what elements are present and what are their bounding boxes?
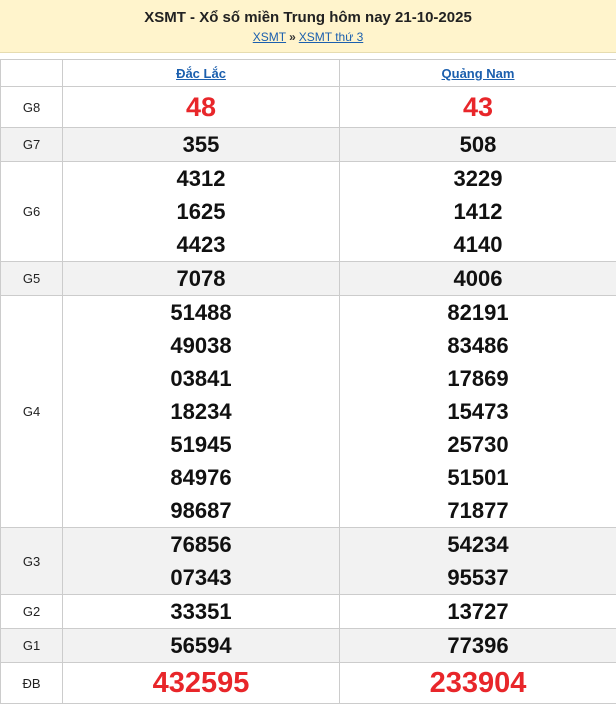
prize-number: 51488 bbox=[170, 300, 232, 325]
prize-number: 1625 bbox=[176, 199, 226, 224]
prize-row-g7: G7 355 508 bbox=[0, 127, 616, 162]
prize-number: 84976 bbox=[170, 465, 232, 490]
results-table: Đắc Lắc Quảng Nam G8 48 43 G7 355 508 G6… bbox=[0, 59, 616, 704]
prize-number: 95537 bbox=[447, 565, 509, 590]
prize-cell: 7078 bbox=[62, 261, 340, 296]
prize-number: 13727 bbox=[447, 599, 509, 624]
prize-cell: 3229 1412 4140 bbox=[339, 161, 616, 262]
special-prize-number: 233904 bbox=[429, 667, 527, 699]
province-header-quang-nam: Quảng Nam bbox=[339, 59, 616, 87]
prize-number: 3229 bbox=[453, 166, 503, 191]
prize-cell: 77396 bbox=[339, 628, 616, 663]
prize-label: G3 bbox=[0, 527, 63, 595]
prize-number: 03841 bbox=[170, 366, 232, 391]
prize-cell: 54234 95537 bbox=[339, 527, 616, 595]
prize-cell: 33351 bbox=[62, 594, 340, 629]
prize-number: 98687 bbox=[170, 498, 232, 523]
prize-row-g5: G5 7078 4006 bbox=[0, 261, 616, 296]
page-title: XSMT - Xổ số miền Trung hôm nay 21-10-20… bbox=[144, 9, 472, 26]
province-header-row: Đắc Lắc Quảng Nam bbox=[0, 59, 616, 87]
prize-cell: 56594 bbox=[62, 628, 340, 663]
prize-row-g6: G6 4312 1625 4423 3229 1412 4140 bbox=[0, 161, 616, 262]
prize-number: 4140 bbox=[453, 232, 503, 257]
prize-cell: 82191 83486 17869 15473 25730 51501 7187… bbox=[339, 295, 616, 528]
prize-number: 51945 bbox=[170, 432, 232, 457]
prize-number: 17869 bbox=[447, 366, 509, 391]
prize-label: G1 bbox=[0, 628, 63, 663]
prize-row-g4: G4 51488 49038 03841 18234 51945 84976 9… bbox=[0, 295, 616, 528]
prize-number: 355 bbox=[182, 132, 220, 157]
breadcrumb-separator: » bbox=[289, 30, 296, 44]
province-header-dak-lak: Đắc Lắc bbox=[62, 59, 340, 87]
prize-number: 43 bbox=[462, 92, 494, 122]
prize-label: G2 bbox=[0, 594, 63, 629]
prize-number: 33351 bbox=[170, 599, 232, 624]
page-header: XSMT - Xổ số miền Trung hôm nay 21-10-20… bbox=[0, 0, 616, 53]
prize-number: 71877 bbox=[447, 498, 509, 523]
prize-number: 76856 bbox=[170, 532, 232, 557]
prize-number: 49038 bbox=[170, 333, 232, 358]
prize-label: G8 bbox=[0, 86, 63, 128]
prize-label: ĐB bbox=[0, 662, 63, 704]
prize-number: 07343 bbox=[170, 565, 232, 590]
prize-label: G4 bbox=[0, 295, 63, 528]
prize-cell: 355 bbox=[62, 127, 340, 162]
prize-number: 56594 bbox=[170, 633, 232, 658]
prize-row-g1: G1 56594 77396 bbox=[0, 628, 616, 663]
prize-cell: 432595 bbox=[62, 662, 340, 704]
prize-number: 18234 bbox=[170, 399, 232, 424]
prize-cell: 51488 49038 03841 18234 51945 84976 9868… bbox=[62, 295, 340, 528]
prize-row-special: ĐB 432595 233904 bbox=[0, 662, 616, 704]
prize-number: 82191 bbox=[447, 300, 509, 325]
prize-number: 54234 bbox=[447, 532, 509, 557]
prize-cell: 48 bbox=[62, 86, 340, 128]
prize-label: G6 bbox=[0, 161, 63, 262]
prize-label: G5 bbox=[0, 261, 63, 296]
breadcrumb: XSMT» XSMT thứ 3 bbox=[0, 29, 616, 45]
province-link-dak-lak[interactable]: Đắc Lắc bbox=[176, 66, 226, 81]
province-link-quang-nam[interactable]: Quảng Nam bbox=[442, 66, 515, 81]
prize-number: 83486 bbox=[447, 333, 509, 358]
prize-row-g2: G2 33351 13727 bbox=[0, 594, 616, 629]
breadcrumb-xsmt-thu3-link[interactable]: XSMT thứ 3 bbox=[299, 30, 364, 44]
prize-number: 508 bbox=[459, 132, 497, 157]
prize-cell: 43 bbox=[339, 86, 616, 128]
corner-cell bbox=[0, 59, 63, 87]
prize-cell: 4006 bbox=[339, 261, 616, 296]
prize-label: G7 bbox=[0, 127, 63, 162]
prize-cell: 233904 bbox=[339, 662, 616, 704]
prize-number: 1412 bbox=[453, 199, 503, 224]
prize-cell: 76856 07343 bbox=[62, 527, 340, 595]
prize-number: 48 bbox=[185, 92, 217, 122]
special-prize-number: 432595 bbox=[152, 667, 250, 699]
prize-number: 77396 bbox=[447, 633, 509, 658]
prize-cell: 4312 1625 4423 bbox=[62, 161, 340, 262]
breadcrumb-xsmt-link[interactable]: XSMT bbox=[253, 30, 286, 44]
prize-number: 15473 bbox=[447, 399, 509, 424]
prize-number: 25730 bbox=[447, 432, 509, 457]
prize-number: 51501 bbox=[447, 465, 509, 490]
prize-number: 4423 bbox=[176, 232, 226, 257]
prize-row-g3: G3 76856 07343 54234 95537 bbox=[0, 527, 616, 595]
prize-number: 4006 bbox=[453, 266, 503, 291]
prize-cell: 13727 bbox=[339, 594, 616, 629]
prize-number: 4312 bbox=[176, 166, 226, 191]
prize-row-g8: G8 48 43 bbox=[0, 86, 616, 128]
prize-number: 7078 bbox=[176, 266, 226, 291]
prize-cell: 508 bbox=[339, 127, 616, 162]
